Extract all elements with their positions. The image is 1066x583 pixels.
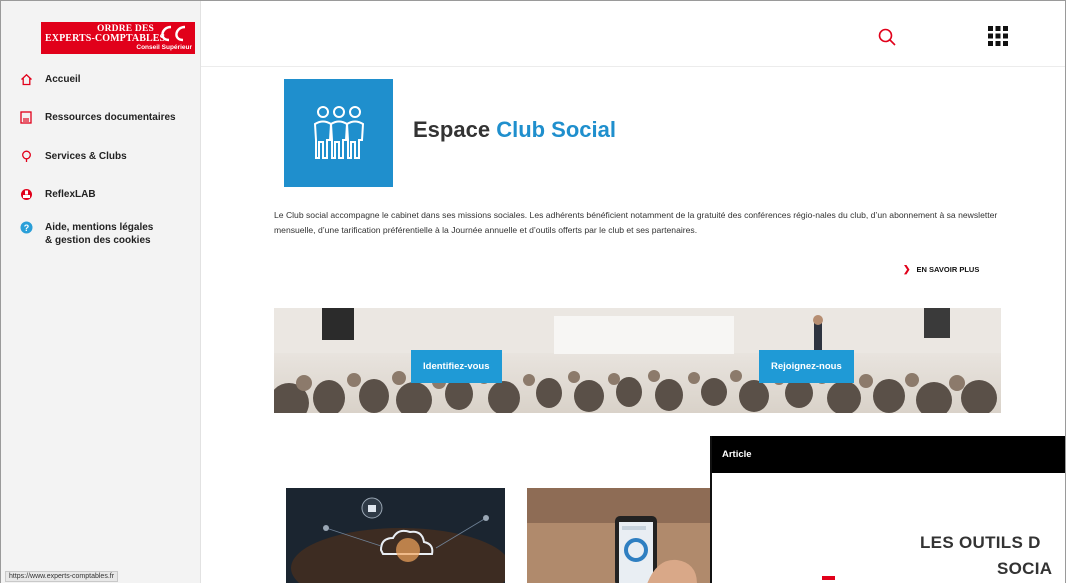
identifiez-vous-button[interactable]: Identifiez-vous	[411, 350, 502, 383]
sidebar-item-label: Aide, mentions légales & gestion des coo…	[45, 221, 153, 247]
smartphone-image	[527, 488, 717, 583]
cloud-security-image	[286, 488, 505, 583]
logo-swirl-icon	[161, 25, 186, 42]
document-icon	[19, 110, 33, 124]
club-social-icon	[284, 79, 393, 187]
top-bar	[201, 1, 1065, 67]
help-icon: ?	[19, 220, 33, 234]
logo[interactable]: ORDRE DES EXPERTS-COMPTABLES Conseil Sup…	[41, 22, 195, 54]
lightbulb-icon	[19, 149, 33, 163]
en-savoir-plus-link[interactable]: ❯ EN SAVOIR PLUS	[903, 264, 979, 275]
sidebar: ORDRE DES EXPERTS-COMPTABLES Conseil Sup…	[1, 1, 201, 583]
article-card-mobile[interactable]	[527, 488, 717, 583]
logo-line2: EXPERTS-COMPTABLES	[45, 33, 166, 44]
sidebar-item-label: Ressources documentaires	[45, 112, 176, 123]
flask-icon	[19, 187, 33, 201]
page-title: Espace Club Social	[413, 117, 616, 143]
home-icon	[19, 72, 33, 86]
article-card-cloud[interactable]	[286, 488, 505, 583]
en-savoir-plus-label: EN SAVOIR PLUS	[916, 265, 980, 274]
sidebar-item-label-line1: Aide, mentions légales	[45, 222, 154, 233]
apps-grid-icon[interactable]	[987, 25, 1009, 47]
article-popup-header: Article	[712, 436, 1065, 473]
sidebar-item-label: ReflexLAB	[45, 189, 96, 200]
sidebar-item-label: Accueil	[45, 74, 81, 85]
browser-window: ORDRE DES EXPERTS-COMPTABLES Conseil Sup…	[0, 0, 1066, 583]
conference-banner: Identifiez-vous Rejoignez-nous	[274, 308, 1001, 413]
status-url: https://www.experts-comptables.fr	[5, 571, 119, 582]
article-title-line2: SOCIA	[997, 559, 1053, 578]
page-title-accent: Club Social	[496, 117, 616, 142]
logo-line3: Conseil Supérieur	[136, 44, 192, 51]
intro-text: Le Club social accompagne le cabinet dan…	[274, 210, 998, 235]
page-title-prefix: Espace	[413, 117, 491, 142]
conference-photo	[274, 308, 1001, 413]
chevron-right-icon: ❯	[903, 264, 911, 274]
svg-text:?: ?	[23, 223, 29, 233]
sidebar-item-label-line2: & gestion des cookies	[45, 235, 151, 246]
rejoignez-nous-button[interactable]: Rejoignez-nous	[759, 350, 854, 383]
article-popup: Article LES OUTILS D SOCIA	[710, 436, 1065, 583]
article-title-line1: LES OUTILS D	[920, 533, 1041, 552]
sidebar-item-label: Services & Clubs	[45, 151, 127, 162]
article-accent-mark	[822, 576, 835, 580]
search-icon[interactable]	[877, 27, 897, 47]
